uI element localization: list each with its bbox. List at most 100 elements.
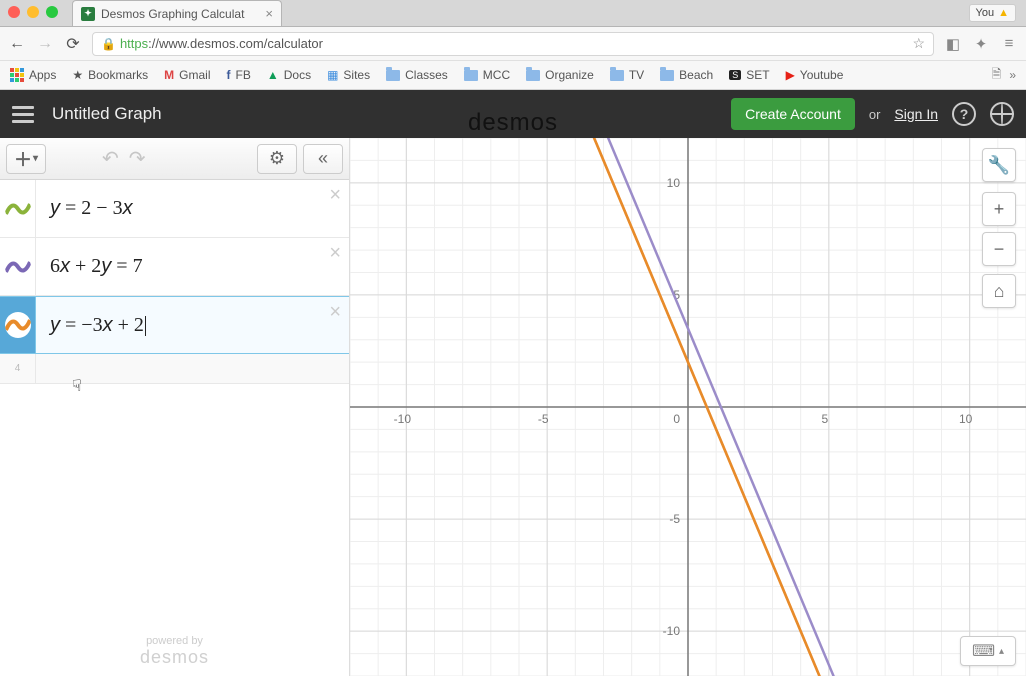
desmos-logo: desmos (468, 109, 558, 137)
expression-row[interactable]: 6x + 2y = 7 × (0, 238, 349, 296)
expression-color-toggle[interactable] (0, 297, 36, 353)
tab-title: Desmos Graphing Calculat (101, 7, 244, 21)
bookmark-label: MCC (483, 68, 510, 82)
folder-icon (610, 70, 624, 81)
expression-toolbar: ＋▾ ↶ ↷ ⚙ « (0, 138, 349, 180)
menu-button[interactable] (12, 106, 34, 123)
svg-text:-10: -10 (394, 412, 412, 426)
delete-expression-icon[interactable]: × (329, 242, 341, 265)
bookmark-item[interactable]: ▶ Youtube (786, 68, 844, 82)
graph-title[interactable]: Untitled Graph (52, 104, 162, 124)
star-icon: ★ (72, 68, 83, 82)
bookmark-item[interactable]: f FB (227, 68, 251, 82)
apps-button[interactable]: Apps (10, 68, 56, 82)
delete-expression-icon[interactable]: × (329, 301, 341, 324)
bookmark-item[interactable]: MGmail (164, 68, 210, 82)
extension-icon[interactable]: ◧ (944, 35, 962, 53)
browser-toolbar: ← → ⟳ 🔒 https://www.desmos.com/calculato… (0, 27, 1026, 61)
graph-area[interactable]: -10-5510-10-55100 🔧 + − ⌂ ⌨ ▴ (350, 138, 1026, 676)
or-text: or (869, 107, 881, 122)
wrench-button[interactable]: 🔧 (982, 148, 1016, 182)
main-area: ＋▾ ↶ ↷ ⚙ « y = 2 − 3x × 6x + 2y = 7 (0, 138, 1026, 676)
bookmark-label: Sites (343, 68, 370, 82)
extension-puzzle-icon[interactable]: ✦ (972, 35, 990, 53)
bookmark-label: Docs (284, 68, 311, 82)
keyboard-icon: ⌨ (972, 641, 995, 661)
chrome-menu-icon[interactable]: ≡ (1000, 35, 1018, 53)
bookmark-label: Classes (405, 68, 448, 82)
expression-row[interactable]: y = 2 − 3x × (0, 180, 349, 238)
browser-tab-strip: ✦ Desmos Graphing Calculat × You ▲ (0, 0, 1026, 27)
page-icon: 🗎 (992, 65, 1002, 86)
delete-expression-icon[interactable]: × (329, 184, 341, 207)
wave-icon (5, 312, 31, 338)
bookmark-label: Youtube (800, 68, 844, 82)
close-window[interactable] (8, 6, 20, 18)
svg-text:10: 10 (959, 412, 973, 426)
set-icon: S (729, 70, 741, 80)
bookmark-label: SET (746, 68, 769, 82)
redo-button[interactable]: ↷ (129, 146, 146, 171)
home-control: ⌂ (982, 274, 1016, 308)
add-expression-button[interactable]: ＋▾ (6, 144, 46, 174)
expression-input[interactable]: 6x + 2y = 7 (36, 255, 349, 278)
bookmark-item[interactable]: MCC (464, 68, 510, 82)
expression-color-toggle[interactable] (0, 238, 36, 295)
sign-in-link[interactable]: Sign In (894, 106, 938, 122)
bookmark-item[interactable]: Beach (660, 68, 713, 82)
bookmark-star-icon[interactable]: ☆ (912, 35, 925, 52)
keyboard-button[interactable]: ⌨ ▴ (960, 636, 1016, 666)
forward-button[interactable]: → (36, 35, 54, 53)
language-button[interactable] (990, 102, 1014, 126)
collapse-panel-button[interactable]: « (303, 144, 343, 174)
bookmark-item[interactable]: ★ Bookmarks (72, 68, 148, 82)
url-host: ://www.desmos.com (148, 36, 264, 51)
folder-icon (660, 70, 674, 81)
expression-input[interactable]: y = −3x + 2 (36, 314, 349, 337)
bookmark-label: Bookmarks (88, 68, 148, 82)
close-tab-icon[interactable]: × (265, 6, 273, 21)
bookmark-item[interactable]: Organize (526, 68, 594, 82)
youtube-icon: ▶ (786, 68, 795, 82)
bookmark-item[interactable]: TV (610, 68, 644, 82)
wave-icon (5, 254, 31, 280)
drive-icon: ▲ (267, 68, 279, 82)
powered-by-brand: desmos (8, 647, 341, 668)
zoom-out-button[interactable]: − (982, 232, 1016, 266)
svg-text:-10: -10 (663, 624, 681, 638)
settings-button[interactable]: ⚙ (257, 144, 297, 174)
create-account-button[interactable]: Create Account (731, 98, 855, 130)
chevron-right-icon: » (1009, 68, 1016, 82)
expression-color-toggle[interactable] (0, 180, 36, 237)
address-bar[interactable]: 🔒 https://www.desmos.com/calculator ☆ (92, 32, 934, 56)
zoom-in-button[interactable]: + (982, 192, 1016, 226)
folder-icon (464, 70, 478, 81)
chrome-user-button[interactable]: You ▲ (969, 4, 1016, 22)
bookmark-item[interactable]: ▲ Docs (267, 68, 311, 82)
back-button[interactable]: ← (8, 35, 26, 53)
reload-button[interactable]: ⟳ (64, 34, 82, 54)
expression-input[interactable]: y = 2 − 3x (36, 197, 349, 220)
bookmark-label: FB (236, 68, 251, 82)
maximize-window[interactable] (46, 6, 58, 18)
bookmark-item[interactable]: S SET (729, 68, 769, 82)
minimize-window[interactable] (27, 6, 39, 18)
graph-canvas[interactable]: -10-5510-10-55100 (350, 138, 1026, 676)
svg-text:0: 0 (673, 412, 680, 426)
bookmarks-overflow[interactable]: 🗎» (992, 65, 1016, 86)
expression-row-empty[interactable]: 4 (0, 354, 349, 384)
gmail-icon: M (164, 68, 174, 82)
fb-icon: f (227, 68, 231, 82)
graph-tools: 🔧 (982, 148, 1016, 182)
bookmarks-bar: Apps ★Bookmarks MGmail fFB ▲Docs ▦Sites … (0, 61, 1026, 90)
apps-label: Apps (29, 68, 56, 82)
bookmark-item[interactable]: ▦Sites (327, 68, 370, 82)
home-button[interactable]: ⌂ (982, 274, 1016, 308)
lock-icon: 🔒 (101, 37, 116, 51)
browser-tab[interactable]: ✦ Desmos Graphing Calculat × (72, 0, 282, 26)
expression-row[interactable]: y = −3x + 2 × (0, 296, 349, 354)
undo-redo: ↶ ↷ (102, 146, 146, 171)
help-button[interactable]: ? (952, 102, 976, 126)
undo-button[interactable]: ↶ (102, 146, 119, 171)
bookmark-item[interactable]: Classes (386, 68, 448, 82)
